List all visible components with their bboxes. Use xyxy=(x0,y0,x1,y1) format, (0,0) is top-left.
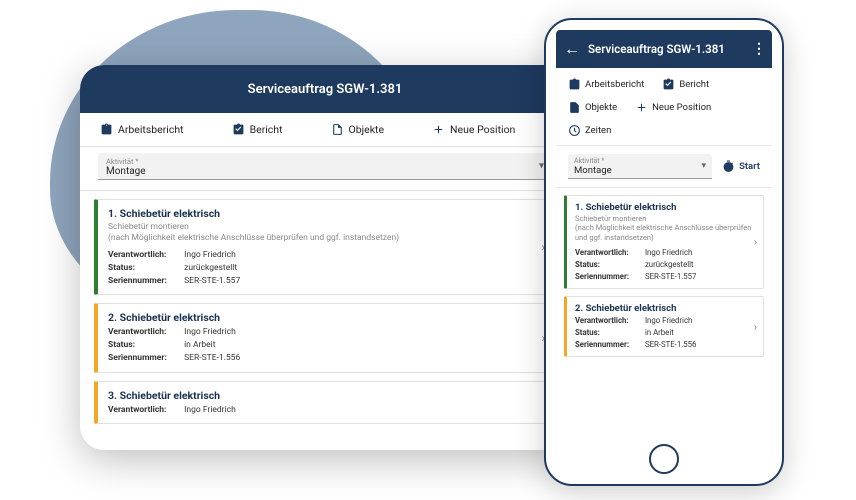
list-item[interactable]: 2. Schiebetür elektrisch Verantwortlich:… xyxy=(564,296,764,357)
tab-objekte[interactable]: Objekte xyxy=(568,101,617,114)
tab-arbeitsbericht[interactable]: Arbeitsbericht xyxy=(568,78,644,91)
clipboard-icon xyxy=(100,123,113,136)
item-status: Status: in Arbeit xyxy=(575,327,755,339)
stopwatch-icon xyxy=(722,160,735,173)
tab-bericht[interactable]: Bericht xyxy=(662,78,709,91)
item-status: Status: zurückgestellt xyxy=(575,259,755,271)
activity-select[interactable]: Aktivität * Montage ▾ xyxy=(98,153,552,180)
phone-device: ← Serviceauftrag SGW-1.381 ⋮ Arbeitsberi… xyxy=(544,18,784,486)
tab-label: Objekte xyxy=(349,123,385,136)
tab-bericht[interactable]: Bericht xyxy=(232,123,283,136)
item-serial: Seriennummer: SER-STE-1.557 xyxy=(108,275,545,288)
chevron-right-icon: › xyxy=(754,236,757,249)
activity-row: Aktivität * Montage ▾ xyxy=(80,147,570,191)
tab-neue-position[interactable]: Neue Position xyxy=(635,101,711,114)
select-label: Aktivität * xyxy=(574,157,706,165)
tab-label: Neue Position xyxy=(652,102,711,113)
kebab-menu-icon[interactable]: ⋮ xyxy=(752,41,764,57)
tab-label: Arbeitsbericht xyxy=(118,123,184,136)
item-status: Status: in Arbeit xyxy=(108,339,545,352)
start-button[interactable]: Start xyxy=(722,160,760,173)
item-title: 1. Schiebetür elektrisch xyxy=(575,202,755,213)
phone-screen: ← Serviceauftrag SGW-1.381 ⋮ Arbeitsberi… xyxy=(556,30,772,436)
tab-neue-position[interactable]: Neue Position xyxy=(432,123,515,136)
item-serial: Seriennummer: SER-STE-1.556 xyxy=(108,352,545,365)
item-list: 1. Schiebetür elektrisch Schiebetür mont… xyxy=(80,191,570,450)
item-status: Status: zurückgestellt xyxy=(108,262,545,275)
tab-label: Zeiten xyxy=(585,125,611,136)
controls-row: Aktivität * Montage ▾ Start xyxy=(556,146,772,188)
select-value: Montage xyxy=(574,165,706,176)
app-header: ← Serviceauftrag SGW-1.381 ⋮ xyxy=(556,30,772,68)
activity-select[interactable]: Aktivität * Montage ▾ xyxy=(568,154,712,179)
list-item[interactable]: 1. Schiebetür elektrisch Schiebetür mont… xyxy=(564,195,764,289)
chevron-right-icon: › xyxy=(754,320,757,333)
tab-bar: Arbeitsbericht Bericht Objekte Neue Posi… xyxy=(80,113,570,147)
plus-icon xyxy=(432,123,445,136)
start-label: Start xyxy=(739,161,760,172)
tab-label: Neue Position xyxy=(450,123,515,136)
item-title: 1. Schiebetür elektrisch xyxy=(108,207,545,220)
item-title: 3. Schiebetür elektrisch xyxy=(108,389,545,402)
item-responsible: Verantwortlich: Ingo Friedrich xyxy=(108,249,545,262)
item-responsible: Verantwortlich: Ingo Friedrich xyxy=(108,326,545,339)
tab-label: Arbeitsbericht xyxy=(585,79,644,90)
item-serial: Seriennummer: SER-STE-1.556 xyxy=(575,339,755,351)
item-responsible: Verantwortlich: Ingo Friedrich xyxy=(575,247,755,259)
tab-objekte[interactable]: Objekte xyxy=(331,123,385,136)
item-responsible: Verantwortlich: Ingo Friedrich xyxy=(108,404,545,417)
item-subtitle: Schiebetür montieren (nach Möglichkeit e… xyxy=(108,222,545,244)
app-header: Serviceauftrag SGW-1.381 xyxy=(80,65,570,113)
list-item[interactable]: 2. Schiebetür elektrisch Verantwortlich:… xyxy=(94,303,556,372)
list-item[interactable]: 1. Schiebetür elektrisch Schiebetür mont… xyxy=(94,199,556,295)
tab-arbeitsbericht[interactable]: Arbeitsbericht xyxy=(100,123,184,136)
tab-label: Bericht xyxy=(250,123,283,136)
item-subtitle: Schiebetür montieren (nach Möglichkeit e… xyxy=(575,214,755,242)
tablet-device: Serviceauftrag SGW-1.381 Arbeitsbericht … xyxy=(80,65,570,450)
clock-icon xyxy=(568,124,581,137)
tab-label: Objekte xyxy=(585,102,617,113)
document-icon xyxy=(568,101,581,114)
select-value: Montage xyxy=(106,166,544,177)
clipboard-icon xyxy=(568,78,581,91)
page-title: Serviceauftrag SGW-1.381 xyxy=(248,82,403,97)
tab-bar: Arbeitsbericht Bericht Objekte Neue Posi… xyxy=(556,68,772,146)
item-responsible: Verantwortlich: Ingo Friedrich xyxy=(575,315,755,327)
document-icon xyxy=(331,123,344,136)
chevron-down-icon: ▾ xyxy=(702,161,707,171)
back-icon[interactable]: ← xyxy=(564,41,580,57)
item-serial: Seriennummer: SER-STE-1.557 xyxy=(575,271,755,283)
check-clipboard-icon xyxy=(662,78,675,91)
tab-label: Bericht xyxy=(679,79,709,90)
check-clipboard-icon xyxy=(232,123,245,136)
item-list: 1. Schiebetür elektrisch Schiebetür mont… xyxy=(556,188,772,436)
item-title: 2. Schiebetür elektrisch xyxy=(108,311,545,324)
home-button[interactable] xyxy=(649,444,679,474)
tab-zeiten[interactable]: Zeiten xyxy=(568,124,611,137)
select-label: Aktivität * xyxy=(106,157,544,166)
page-title: Serviceauftrag SGW-1.381 xyxy=(588,42,744,56)
list-item[interactable]: 3. Schiebetür elektrisch Verantwortlich:… xyxy=(94,381,556,425)
plus-icon xyxy=(635,101,648,114)
item-title: 2. Schiebetür elektrisch xyxy=(575,303,755,314)
